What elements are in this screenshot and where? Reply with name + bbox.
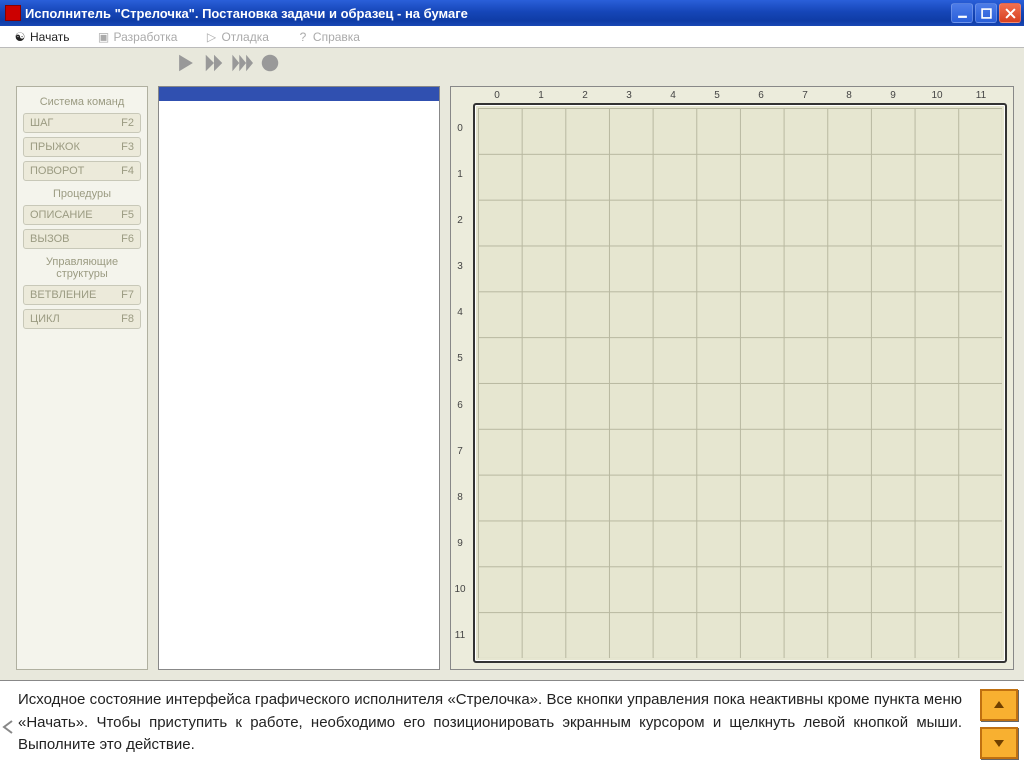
menu-start[interactable]: ☯ Начать — [0, 26, 84, 47]
code-editor[interactable] — [159, 101, 439, 669]
section-structures-label: Управляющие структуры — [23, 253, 141, 285]
grid-y-labels: 0 1 2 3 4 5 6 7 8 9 10 11 — [453, 105, 467, 659]
cmd-loop-button[interactable]: ЦИКЛF8 — [23, 309, 141, 329]
grid-canvas[interactable] — [473, 103, 1007, 663]
cmd-branch-button[interactable]: ВЕТВЛЕНИЕF7 — [23, 285, 141, 305]
app-icon — [5, 5, 21, 21]
main-area: Система команд ШАГF2 ПРЫЖОКF3 ПОВОРОТF4 … — [0, 78, 1024, 678]
titlebar: Исполнитель "Стрелочка". Постановка зада… — [0, 0, 1024, 26]
cmd-jump-button[interactable]: ПРЫЖОКF3 — [23, 137, 141, 157]
minimize-button[interactable] — [951, 3, 973, 23]
menubar: ☯ Начать ▣ Разработка ▷ Отладка ? Справк… — [0, 26, 1024, 48]
toolbar — [0, 48, 1024, 78]
footer: Исходное состояние интерфейса графическо… — [0, 680, 1024, 768]
tool-fastforward-button[interactable] — [231, 52, 253, 74]
menu-help: ? Справка — [283, 26, 374, 47]
code-area[interactable] — [158, 86, 440, 670]
menu-develop: ▣ Разработка — [84, 26, 192, 47]
footer-description: Исходное состояние интерфейса графическо… — [0, 681, 974, 768]
close-button[interactable] — [999, 3, 1021, 23]
grid-x-labels: 0 1 2 3 4 5 6 7 8 9 10 11 — [475, 90, 1003, 102]
command-panel: Система команд ШАГF2 ПРЫЖОКF3 ПОВОРОТF4 … — [16, 86, 148, 670]
help-icon: ? — [297, 31, 309, 43]
play-icon: ▷ — [205, 31, 217, 43]
cmd-step-button[interactable]: ШАГF2 — [23, 113, 141, 133]
cmd-desc-button[interactable]: ОПИСАНИЕF5 — [23, 205, 141, 225]
menu-debug: ▷ Отладка — [191, 26, 282, 47]
yin-yang-icon: ☯ — [14, 31, 26, 43]
nav-up-button[interactable] — [980, 689, 1018, 721]
menu-debug-label: Отладка — [221, 30, 268, 44]
maximize-button[interactable] — [975, 3, 997, 23]
code-titlebar — [159, 87, 439, 101]
tool-stop-button[interactable] — [259, 52, 281, 74]
tool-play-button[interactable] — [175, 52, 197, 74]
grid-cells — [478, 108, 1002, 658]
menu-start-label: Начать — [30, 30, 70, 44]
footer-left-arrow-icon — [0, 719, 16, 735]
menu-develop-label: Разработка — [114, 30, 178, 44]
grid-panel: 0 1 2 3 4 5 6 7 8 9 10 11 0 1 2 3 4 5 6 … — [450, 86, 1014, 670]
section-procedures-label: Процедуры — [23, 185, 141, 205]
menu-help-label: Справка — [313, 30, 360, 44]
cmd-turn-button[interactable]: ПОВОРОТF4 — [23, 161, 141, 181]
section-commands-label: Система команд — [23, 93, 141, 113]
tool-forward-button[interactable] — [203, 52, 225, 74]
window-title: Исполнитель "Стрелочка". Постановка зада… — [25, 6, 951, 21]
develop-icon: ▣ — [98, 31, 110, 43]
cmd-call-button[interactable]: ВЫЗОВF6 — [23, 229, 141, 249]
nav-down-button[interactable] — [980, 727, 1018, 759]
